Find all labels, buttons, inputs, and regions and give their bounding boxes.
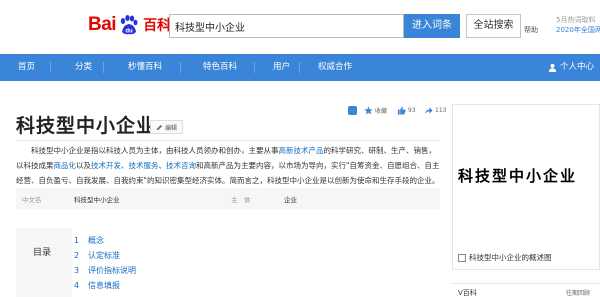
share-count-button[interactable]: 113 [424, 104, 446, 116]
lemma-summary: 科技型中小企业是指以科技人员为主体，由科技人员领办和创办，主要从事高新技术产品的… [16, 143, 440, 188]
basic-info-value: 科技型中小企业 [74, 196, 120, 204]
user-center-label: 个人中心 [559, 62, 594, 72]
collect-button[interactable]: 收藏 [364, 104, 387, 116]
share-square-icon [348, 105, 357, 115]
edit-button[interactable]: 编辑 [150, 120, 183, 134]
baidu-baike-logo[interactable]: Bai du 百科 [88, 11, 171, 39]
collect-label: 收藏 [375, 107, 388, 115]
basic-info-box: 中文名 科技型中小企业 主 体 企业 [16, 188, 440, 209]
share-button[interactable] [348, 104, 357, 116]
caption-text: 科技型中小企业的概述图 [469, 253, 552, 262]
summary-text: 、 [158, 161, 167, 170]
star-icon [364, 105, 373, 114]
nav-divider [103, 62, 104, 73]
global-search-button[interactable]: 全站搜索 [466, 14, 521, 38]
toc-item-label: 概念 [88, 236, 104, 245]
enter-entry-button[interactable]: 进入词条 [404, 14, 460, 38]
basic-info-value: 企业 [284, 196, 297, 204]
summary-image-caption[interactable]: 科技型中小企业的概述图 [458, 252, 552, 263]
link-tech-service[interactable]: 技术服务 [129, 161, 159, 170]
share-arrow-icon [424, 106, 433, 114]
nav-item-home[interactable]: 首页 [18, 54, 35, 81]
like-button[interactable]: 93 [397, 104, 416, 116]
nav-item-users[interactable]: 用户 [273, 54, 290, 81]
basic-info-key: 中文名 [22, 196, 42, 204]
user-icon [548, 63, 557, 72]
share-count: 113 [435, 106, 447, 114]
like-count: 93 [408, 106, 416, 114]
toc-item[interactable]: 2 认定标准 [74, 250, 120, 261]
summary-image: 科技型中小企业 [458, 167, 578, 185]
toc-item-number: 1 [74, 236, 80, 245]
nav-divider [180, 62, 181, 73]
toc-label-box: 目录 [16, 228, 72, 297]
title-divider [16, 140, 440, 141]
toc-item[interactable]: 1 概念 [74, 235, 104, 246]
user-center-button[interactable]: 个人中心 [548, 54, 594, 81]
logo-bai-text: Bai [88, 14, 117, 35]
page-title: 科技型中小企业 [16, 115, 157, 137]
help-link[interactable]: 帮助 [524, 25, 538, 35]
promo-line-1: 5月热词取料 [556, 16, 596, 24]
nav-divider [254, 62, 255, 73]
summary-text: 以及 [76, 161, 91, 170]
toc-item[interactable]: 3 评价指标说明 [74, 265, 136, 276]
toc-item-label: 评价指标说明 [88, 266, 136, 275]
link-commercialization[interactable]: 商品化 [54, 161, 77, 170]
toc-item-label: 信息填报 [88, 281, 120, 290]
svg-text:du: du [125, 29, 133, 35]
link-tech-consulting[interactable]: 技术咨询 [166, 161, 196, 170]
main-nav: 首页 分类 秒懂百科 特色百科 用户 权威合作 个人中心 [0, 54, 600, 81]
toc-item-number: 2 [74, 251, 80, 260]
nav-item-partners[interactable]: 权威合作 [318, 54, 352, 81]
promo-line-2: 2020年全国两 [556, 26, 600, 34]
image-icon [458, 253, 466, 262]
nav-item-video-baike[interactable]: 秒懂百科 [128, 54, 162, 81]
summary-text: 科技型中小企业是指以科技人员为主体，由科技人员领办和创办，主要从事 [31, 146, 279, 155]
toc-item-number: 3 [74, 266, 80, 275]
basic-info-key: 主 体 [231, 196, 251, 204]
search-input[interactable] [169, 14, 404, 38]
pencil-icon [156, 124, 163, 130]
nav-divider [50, 62, 51, 73]
nav-item-category[interactable]: 分类 [75, 54, 92, 81]
vbaike-title: V百科 [458, 289, 477, 297]
toc-item-label: 认定标准 [88, 251, 120, 260]
promo-banner[interactable]: 5月热词取料 2020年全国两 [556, 15, 600, 35]
summary-text: 、 [121, 161, 129, 170]
link-tech-development[interactable]: 技术开发 [91, 161, 121, 170]
vbaike-card: V百科 往期回顾 [452, 283, 600, 297]
toc-item-number: 4 [74, 281, 80, 290]
nav-item-featured[interactable]: 特色百科 [203, 54, 237, 81]
nav-divider [299, 62, 300, 73]
edit-label: 编辑 [164, 124, 177, 132]
paw-logo-icon: du [120, 15, 138, 35]
table-of-contents: 目录 1 概念 2 认定标准 3 评价指标说明 4 信息填报 [16, 228, 440, 297]
toc-label: 目录 [33, 248, 52, 258]
thumbs-up-icon [397, 106, 406, 115]
logo-baike-text: 百科 [143, 18, 172, 34]
vbaike-history-link[interactable]: 往期回顾 [566, 288, 590, 297]
header: Bai du 百科 进入词条 全站搜索 帮助 5月热词取料 2020年全国两 [0, 0, 600, 54]
link-high-tech-products[interactable]: 高新技术产品 [279, 146, 324, 155]
summary-image-card[interactable]: 科技型中小企业 科技型中小企业的概述图 [452, 104, 600, 270]
toc-item[interactable]: 4 信息填报 [74, 280, 120, 291]
